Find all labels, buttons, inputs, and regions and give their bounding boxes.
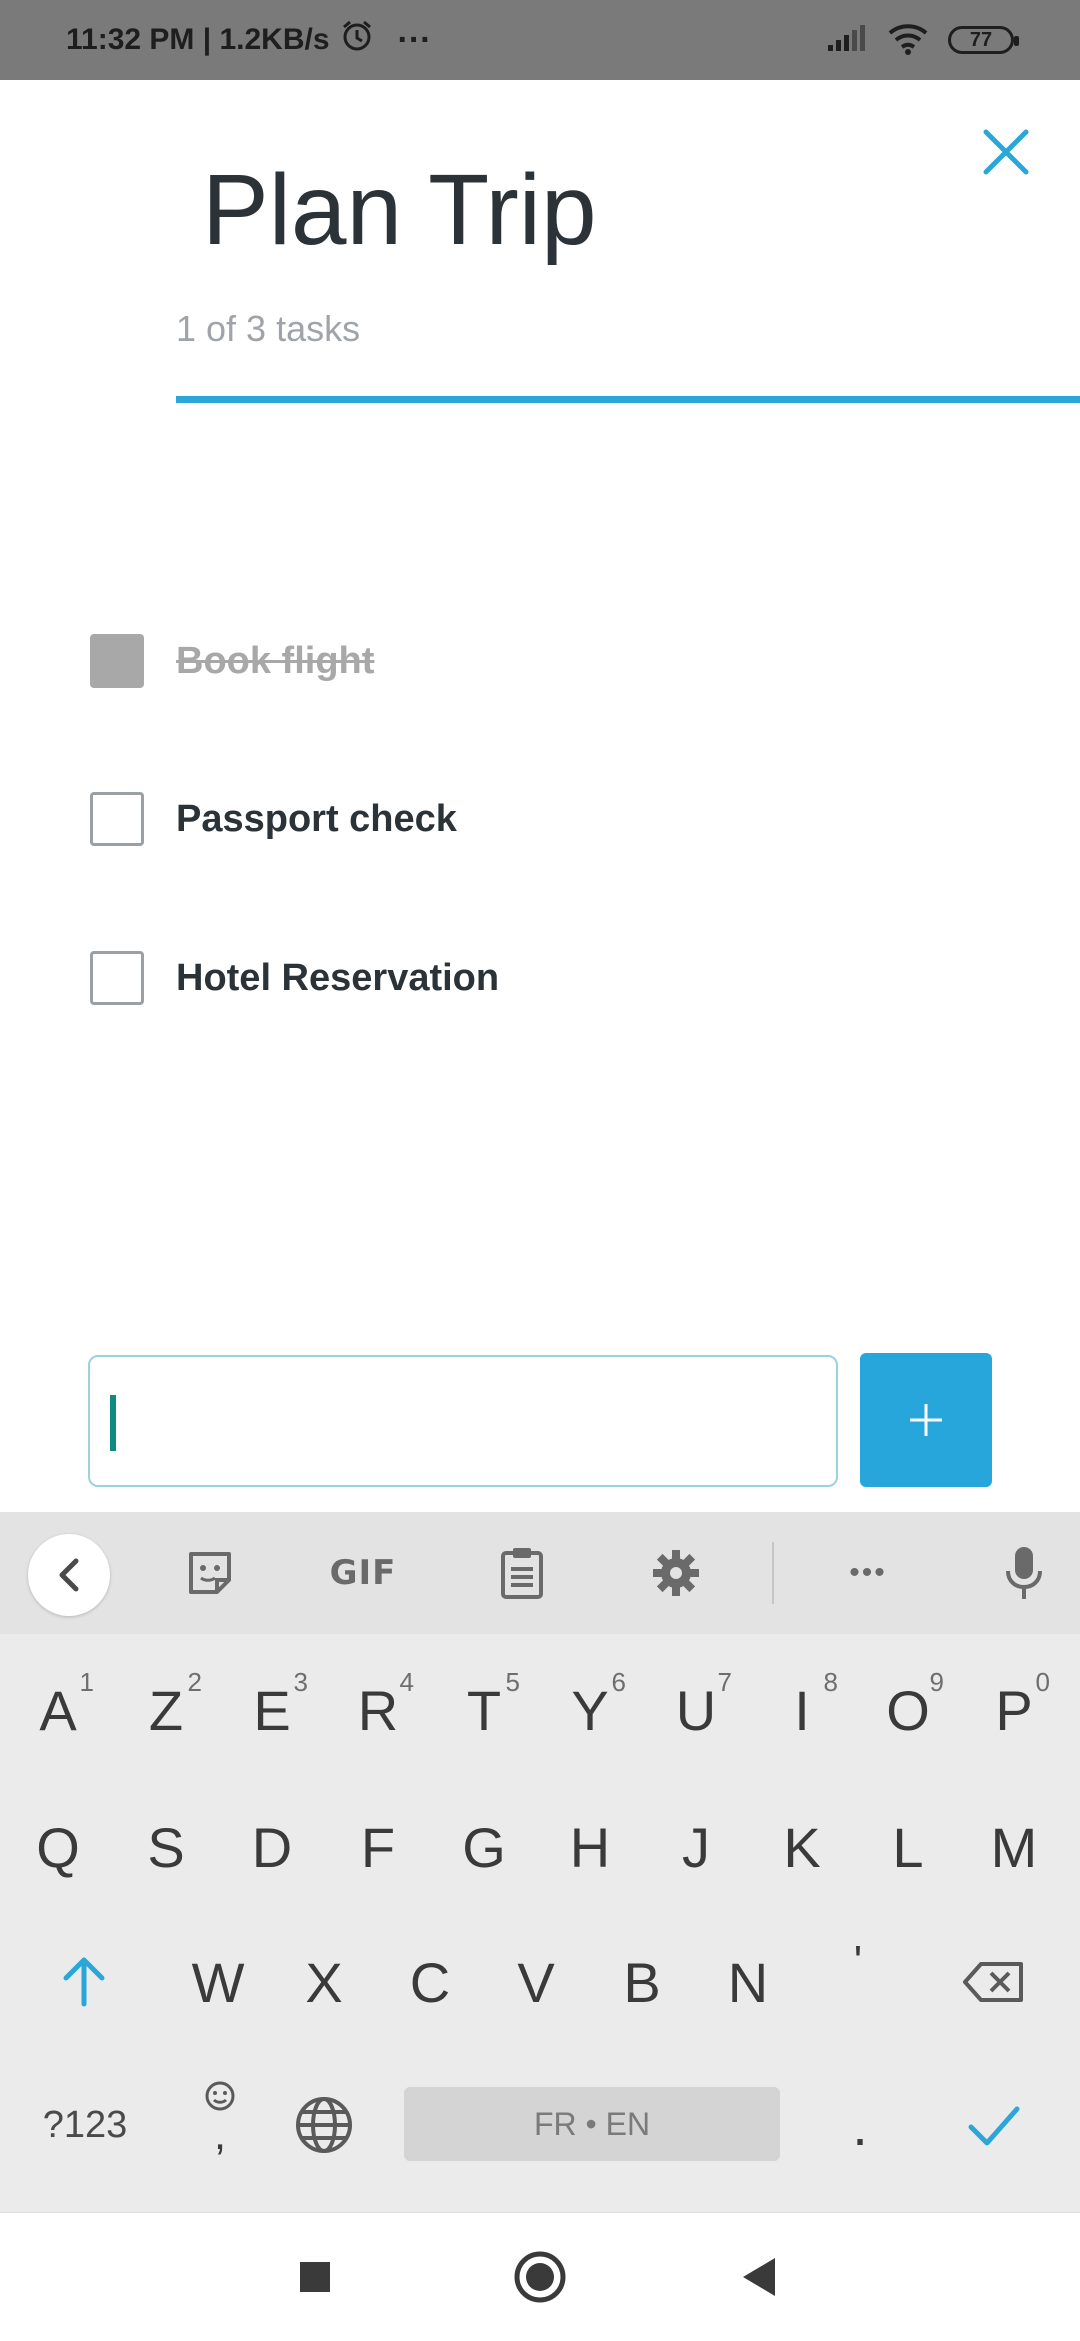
key-j[interactable]: J [646, 1782, 746, 1912]
new-task-input[interactable] [108, 1377, 808, 1467]
close-icon [983, 129, 1029, 175]
comma-label: , [213, 2110, 227, 2159]
key-x[interactable]: X [274, 1917, 374, 2047]
navigation-bar [0, 2212, 1080, 2340]
key-l[interactable]: L [858, 1782, 958, 1912]
clipboard-icon [501, 1548, 543, 1599]
key-y[interactable]: Y6 [540, 1645, 640, 1775]
recents-button[interactable] [255, 2213, 375, 2341]
battery-icon: 77 [948, 26, 1019, 54]
key-o[interactable]: O9 [858, 1645, 958, 1775]
checkmark-icon [968, 2106, 1020, 2146]
keyboard-toolbar: GIF ••• [0, 1512, 1080, 1634]
key-v[interactable]: V [486, 1917, 586, 2047]
emoji-comma-key[interactable]: , [170, 2052, 270, 2182]
key-apostrophe[interactable]: ' [808, 1897, 908, 2027]
task-label: Hotel Reservation [176, 956, 500, 999]
clipboard-button[interactable] [482, 1512, 562, 1634]
sticker-button[interactable] [170, 1512, 250, 1634]
key-g[interactable]: G [434, 1782, 534, 1912]
key-n[interactable]: N [698, 1917, 798, 2047]
task-checkbox-checked[interactable] [90, 634, 144, 688]
status-time-speed: 11:32 PM | 1.2KB/s [66, 23, 330, 56]
period-key[interactable]: . [810, 2060, 910, 2190]
task-checkbox[interactable] [90, 951, 144, 1005]
home-circle-icon [514, 2251, 566, 2303]
task-label: Passport check [176, 797, 457, 840]
key-a[interactable]: A1 [8, 1645, 108, 1775]
text-cursor [110, 1395, 116, 1451]
wifi-icon [886, 21, 930, 60]
toolbar-collapse-button[interactable] [28, 1534, 110, 1616]
key-d[interactable]: D [222, 1782, 322, 1912]
gif-button[interactable]: GIF [318, 1512, 408, 1634]
more-options-button[interactable]: ••• [828, 1512, 908, 1634]
key-e[interactable]: E3 [222, 1645, 322, 1775]
key-i[interactable]: I8 [752, 1645, 852, 1775]
shift-key[interactable] [34, 1917, 134, 2047]
sticker-icon [189, 1552, 231, 1594]
task-item-book-flight[interactable]: Book flight [90, 621, 990, 701]
shift-arrow-icon [63, 1957, 105, 2007]
key-c[interactable]: C [380, 1917, 480, 2047]
space-key[interactable]: FR • EN [404, 2087, 780, 2161]
back-button[interactable] [700, 2213, 820, 2341]
gear-icon [653, 1550, 699, 1596]
voice-input-button[interactable] [984, 1512, 1064, 1634]
key-r[interactable]: R4 [328, 1645, 428, 1775]
chevron-left-icon [59, 1558, 79, 1592]
smiley-icon [205, 2081, 235, 2111]
key-f[interactable]: F [328, 1782, 428, 1912]
square-icon [300, 2262, 330, 2292]
back-triangle-icon [743, 2258, 775, 2296]
key-u[interactable]: U7 [646, 1645, 746, 1775]
key-t[interactable]: T5 [434, 1645, 534, 1775]
close-button[interactable] [972, 118, 1040, 186]
home-button[interactable] [480, 2213, 600, 2341]
key-k[interactable]: K [752, 1782, 852, 1912]
backspace-icon [963, 1962, 1023, 2002]
key-p[interactable]: P0 [964, 1645, 1064, 1775]
add-task-button[interactable] [860, 1353, 992, 1487]
plus-icon [910, 1404, 942, 1436]
key-m[interactable]: M [964, 1782, 1064, 1912]
key-w[interactable]: W [168, 1917, 268, 2047]
task-item-hotel-reservation[interactable]: Hotel Reservation [90, 938, 990, 1018]
task-item-passport-check[interactable]: Passport check [90, 779, 990, 859]
key-q[interactable]: Q [8, 1782, 108, 1912]
title-underline [176, 396, 1080, 403]
microphone-icon [1006, 1547, 1042, 1599]
key-b[interactable]: B [592, 1917, 692, 2047]
language-key[interactable] [274, 2060, 374, 2190]
key-z[interactable]: Z2 [116, 1645, 216, 1775]
globe-icon [296, 2097, 352, 2153]
alarm-icon [340, 19, 374, 61]
backspace-key[interactable] [944, 1917, 1044, 2047]
page-title: Plan Trip [202, 154, 597, 266]
key-h[interactable]: H [540, 1782, 640, 1912]
new-task-field[interactable] [88, 1355, 838, 1487]
soft-keyboard: GIF ••• A1 Z2 E3 R4 T5 Y6 U7 I8 O9 P0 Q … [0, 1512, 1080, 2212]
done-key[interactable] [944, 2060, 1044, 2190]
toolbar-divider [772, 1542, 774, 1604]
signal-icon [826, 23, 868, 58]
symbols-key[interactable]: ?123 [20, 2060, 150, 2190]
task-checkbox[interactable] [90, 792, 144, 846]
task-label: Book flight [176, 639, 375, 682]
status-bar: 11:32 PM | 1.2KB/s ··· 77 [0, 0, 1080, 80]
more-notifications-icon: ··· [397, 20, 432, 59]
task-count: 1 of 3 tasks [176, 308, 361, 349]
gif-label: GIF [329, 1553, 397, 1593]
keyboard-settings-button[interactable] [636, 1512, 716, 1634]
key-s[interactable]: S [116, 1782, 216, 1912]
